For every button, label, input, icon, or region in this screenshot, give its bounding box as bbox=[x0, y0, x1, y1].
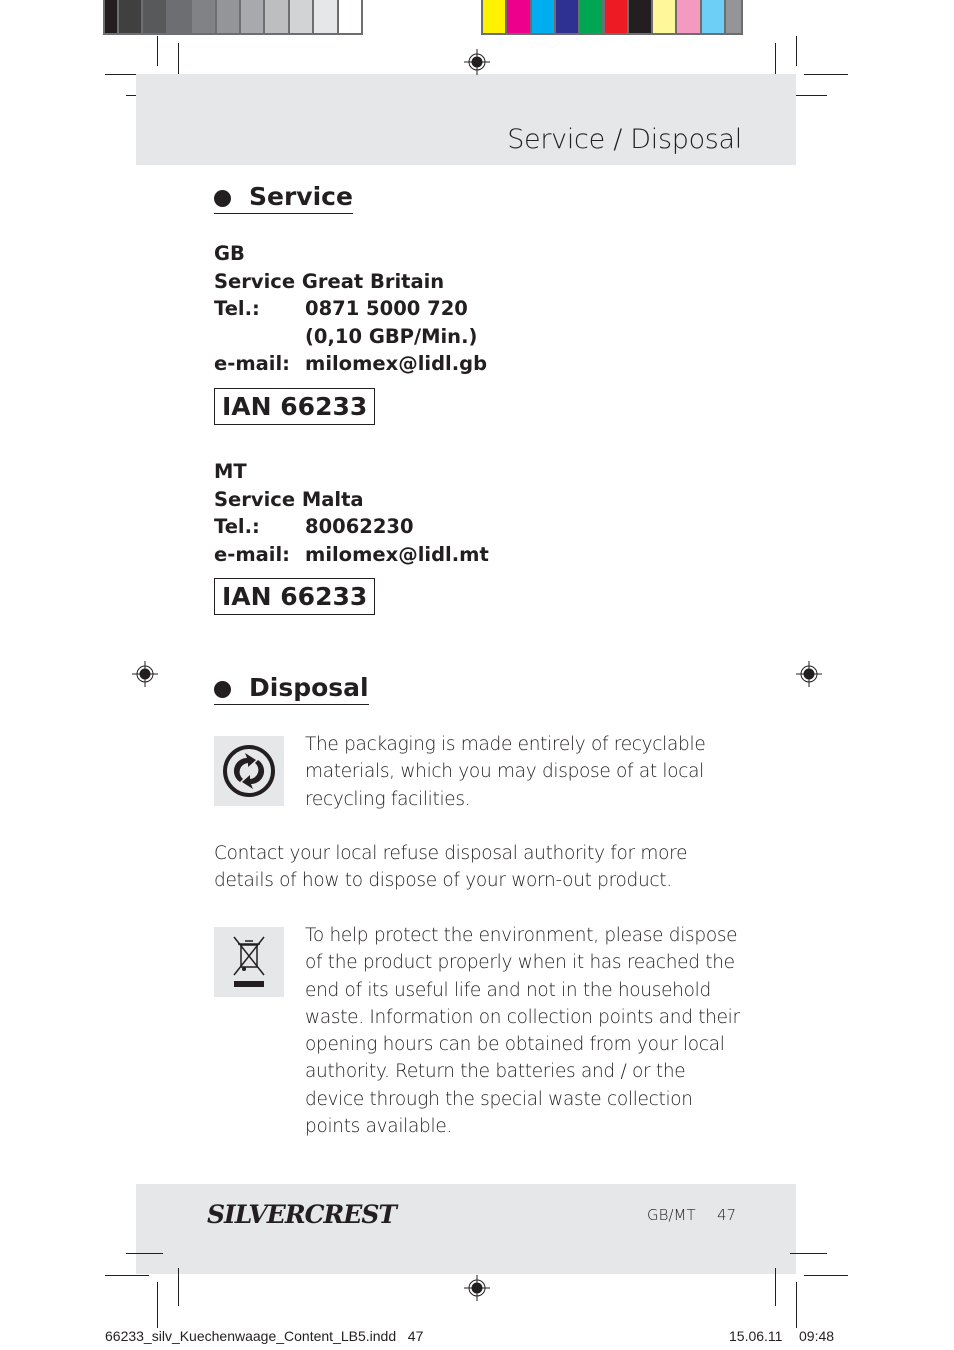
language-code: GB/MT bbox=[647, 1206, 696, 1224]
ian-box: IAN 66233 bbox=[214, 578, 376, 615]
tel-value: 80062230 bbox=[305, 515, 414, 538]
color-swatch bbox=[141, 0, 168, 35]
color-swatch bbox=[336, 0, 363, 35]
crop-mark bbox=[804, 1275, 848, 1276]
service-name: Service Great Britain bbox=[214, 269, 445, 293]
color-swatch bbox=[724, 0, 743, 35]
crop-mark bbox=[126, 1253, 163, 1254]
crop-mark bbox=[178, 1268, 179, 1306]
crop-mark bbox=[157, 1282, 158, 1328]
tel-label: Tel.: bbox=[214, 515, 260, 538]
color-swatch bbox=[675, 0, 702, 35]
refuse-paragraph: Contact your local refuse disposal autho… bbox=[214, 843, 688, 892]
color-swatch bbox=[214, 0, 241, 35]
registration-mark-icon bbox=[464, 1275, 490, 1301]
crop-mark bbox=[775, 1268, 776, 1306]
registration-mark-icon bbox=[796, 661, 822, 687]
ian-box: IAN 66233 bbox=[214, 388, 376, 425]
crop-mark bbox=[796, 36, 797, 66]
email-label: e-mail: bbox=[214, 542, 290, 566]
email-value: milomex@lidl.gb bbox=[305, 352, 488, 375]
crop-mark bbox=[796, 1282, 797, 1328]
print-date: 15.06.11 bbox=[729, 1328, 783, 1344]
page-title: Service / Disposal bbox=[507, 124, 742, 155]
bullet-icon bbox=[214, 681, 231, 698]
color-swatch bbox=[505, 0, 532, 35]
tel-label: Tel.: bbox=[214, 297, 260, 320]
green-dot-recycling-icon bbox=[214, 736, 284, 806]
page-number: 47 bbox=[717, 1206, 737, 1224]
country-code: GB bbox=[214, 242, 245, 265]
color-swatch bbox=[553, 0, 581, 35]
crossed-out-wheelie-bin-icon bbox=[214, 927, 284, 997]
print-time: 09:48 bbox=[799, 1328, 835, 1344]
packaging-paragraph: The packaging is made entirely of recycl… bbox=[305, 734, 706, 810]
tel-value: 0871 5000 720 bbox=[305, 297, 468, 320]
footer-band bbox=[136, 1184, 796, 1274]
environment-paragraph: To help protect the environment, please … bbox=[305, 925, 740, 1138]
color-swatch bbox=[626, 0, 654, 35]
color-swatch bbox=[481, 0, 508, 35]
color-swatch bbox=[190, 0, 217, 35]
service-gb-block: GB Service Great Britain Tel.: 0871 5000 … bbox=[214, 240, 514, 378]
registration-mark-icon bbox=[464, 49, 490, 75]
email-value: milomex@lidl.mt bbox=[305, 542, 489, 566]
registration-mark-icon bbox=[132, 661, 158, 687]
color-swatch bbox=[287, 0, 315, 35]
color-swatch bbox=[699, 0, 726, 35]
color-swatch bbox=[529, 0, 556, 35]
crop-mark bbox=[804, 74, 848, 75]
print-file-name: 66233_silv_Kuechenwaage_Content_LB5.indd… bbox=[105, 1328, 424, 1344]
service-heading-text: Service bbox=[249, 182, 353, 211]
country-code: MT bbox=[214, 460, 247, 483]
disposal-heading-text: Disposal bbox=[249, 673, 369, 702]
crop-mark bbox=[157, 36, 158, 66]
color-swatch bbox=[165, 0, 193, 35]
bullet-icon bbox=[214, 190, 231, 207]
color-swatch bbox=[117, 0, 144, 35]
color-swatch bbox=[312, 0, 339, 35]
color-swatch bbox=[239, 0, 266, 35]
crop-mark bbox=[790, 1253, 827, 1254]
disposal-heading: Disposal bbox=[214, 673, 369, 705]
crop-mark bbox=[105, 1275, 149, 1276]
color-swatch bbox=[578, 0, 605, 35]
service-mt-block: MT Service Malta Tel.: 80062230 e-mail: mi… bbox=[214, 458, 514, 568]
color-swatch bbox=[651, 0, 678, 35]
color-swatch bbox=[602, 0, 629, 35]
email-label: e-mail: bbox=[214, 352, 290, 375]
color-swatch bbox=[263, 0, 290, 35]
tel-rate: (0,10 GBP/Min.) bbox=[305, 324, 478, 348]
service-name: Service Malta bbox=[214, 487, 364, 511]
service-heading: Service bbox=[214, 182, 353, 214]
silvercrest-logo: SilverCrest bbox=[207, 1200, 397, 1229]
